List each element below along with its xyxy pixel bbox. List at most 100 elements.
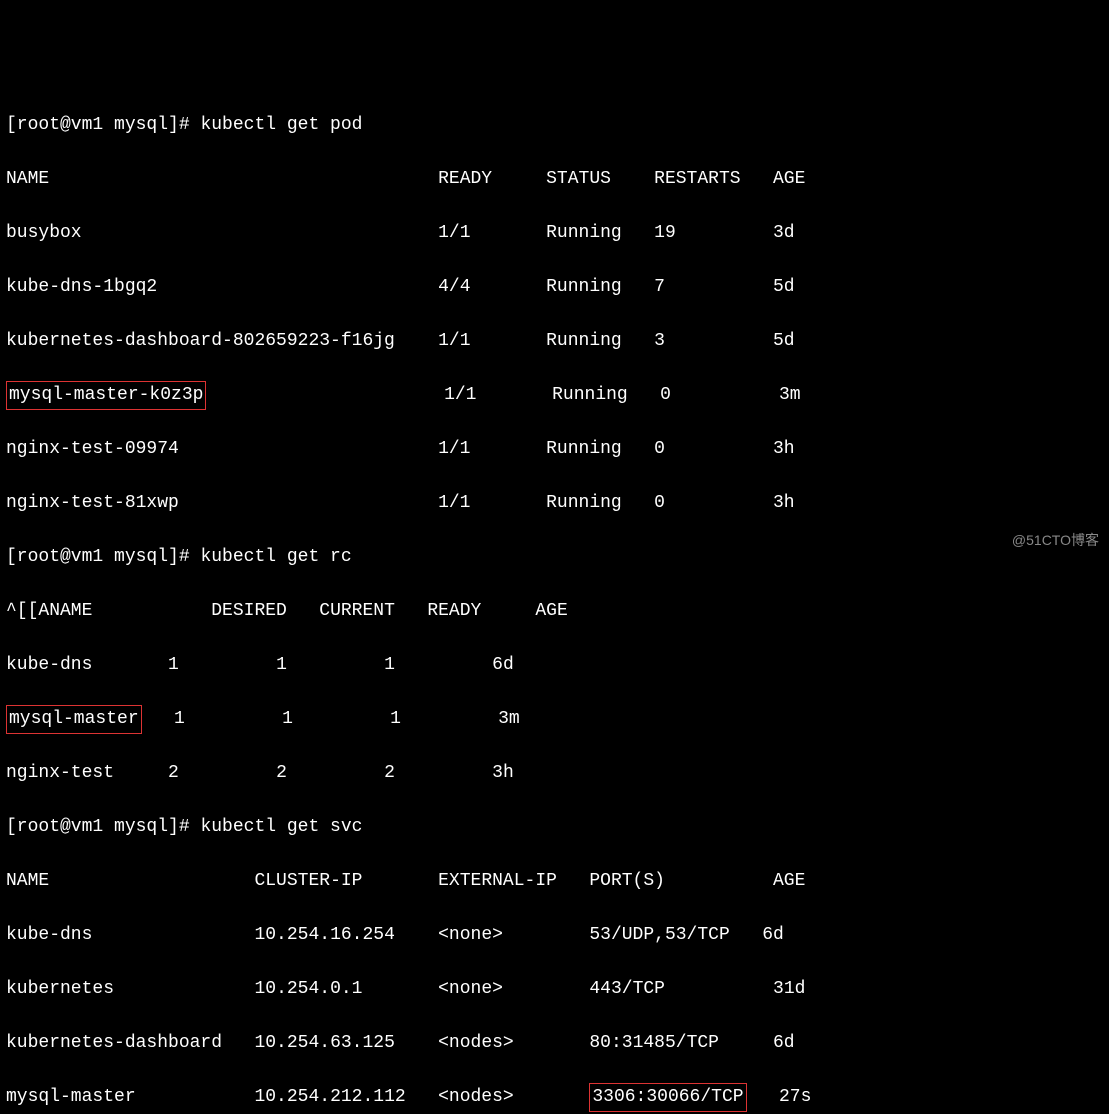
svc-externalip: <nodes> bbox=[438, 1087, 514, 1107]
svc-clusterip: 10.254.63.125 bbox=[254, 1033, 394, 1053]
rc-current: 2 bbox=[276, 763, 287, 783]
svc-ports: 80:31485/TCP bbox=[589, 1033, 719, 1053]
rc-current: 1 bbox=[282, 709, 293, 729]
col-ready: READY bbox=[427, 601, 481, 621]
svc-row: kubernetes 10.254.0.1 <none> 443/TCP 31d bbox=[6, 976, 1103, 1003]
rc-name-highlighted: mysql-master bbox=[6, 705, 142, 734]
pod-ready: 1/1 bbox=[438, 331, 470, 351]
svc-name: kubernetes-dashboard bbox=[6, 1033, 222, 1053]
pod-row: kube-dns-1bgq2 4/4 Running 7 5d bbox=[6, 274, 1103, 301]
pod-row: busybox 1/1 Running 19 3d bbox=[6, 220, 1103, 247]
pod-name: busybox bbox=[6, 223, 82, 243]
pod-age: 3h bbox=[773, 439, 795, 459]
col-externalip: EXTERNAL-IP bbox=[438, 871, 557, 891]
svc-name: mysql-master bbox=[6, 1087, 136, 1107]
pod-status: Running bbox=[546, 439, 622, 459]
rc-name: nginx-test bbox=[6, 763, 114, 783]
svc-name: kubernetes bbox=[6, 979, 114, 999]
rc-age: 3h bbox=[492, 763, 514, 783]
pod-row: nginx-test-09974 1/1 Running 0 3h bbox=[6, 436, 1103, 463]
col-age: AGE bbox=[535, 601, 567, 621]
rc-name: kube-dns bbox=[6, 655, 92, 675]
pod-restarts: 7 bbox=[654, 277, 665, 297]
pod-age: 5d bbox=[773, 331, 795, 351]
pod-ready: 1/1 bbox=[438, 223, 470, 243]
svc-ports: 443/TCP bbox=[589, 979, 665, 999]
prompt-line-2: [root@vm1 mysql]# kubectl get rc bbox=[6, 544, 1103, 571]
command: kubectl get rc bbox=[200, 547, 351, 567]
pod-name: kubernetes-dashboard-802659223-f16jg bbox=[6, 331, 395, 351]
svc-age: 31d bbox=[773, 979, 805, 999]
shell-prompt: [root@vm1 mysql]# bbox=[6, 115, 200, 135]
svc-externalip: <nodes> bbox=[438, 1033, 514, 1053]
pod-restarts: 0 bbox=[660, 385, 671, 405]
col-restarts: RESTARTS bbox=[654, 169, 740, 189]
rc-age: 6d bbox=[492, 655, 514, 675]
pod-restarts: 19 bbox=[654, 223, 676, 243]
pod-age: 5d bbox=[773, 277, 795, 297]
pod-ready: 1/1 bbox=[444, 385, 476, 405]
pod-name: nginx-test-09974 bbox=[6, 439, 179, 459]
rc-header: ^[[ANAME DESIRED CURRENT READY AGE bbox=[6, 598, 1103, 625]
rc-ready: 2 bbox=[384, 763, 395, 783]
rc-desired: 1 bbox=[168, 655, 179, 675]
col-current: CURRENT bbox=[319, 601, 395, 621]
svc-clusterip: 10.254.0.1 bbox=[254, 979, 362, 999]
col-name: NAME bbox=[6, 169, 49, 189]
prompt-line-3: [root@vm1 mysql]# kubectl get svc bbox=[6, 814, 1103, 841]
col-desired: DESIRED bbox=[211, 601, 287, 621]
svc-age: 27s bbox=[779, 1087, 811, 1107]
pod-ready: 4/4 bbox=[438, 277, 470, 297]
rc-desired: 1 bbox=[174, 709, 185, 729]
rc-row: mysql-master 1 1 1 3m bbox=[6, 706, 1103, 733]
pod-status: Running bbox=[546, 223, 622, 243]
watermark: @51CTO博客 bbox=[1012, 530, 1099, 551]
command: kubectl get svc bbox=[200, 817, 362, 837]
rc-ready: 1 bbox=[384, 655, 395, 675]
command: kubectl get pod bbox=[200, 115, 362, 135]
pod-status: Running bbox=[552, 385, 628, 405]
rc-row: kube-dns 1 1 1 6d bbox=[6, 652, 1103, 679]
shell-prompt: [root@vm1 mysql]# bbox=[6, 547, 200, 567]
pod-row: mysql-master-k0z3p 1/1 Running 0 3m bbox=[6, 382, 1103, 409]
pod-header: NAME READY STATUS RESTARTS AGE bbox=[6, 166, 1103, 193]
svc-age: 6d bbox=[773, 1033, 795, 1053]
svc-header: NAME CLUSTER-IP EXTERNAL-IP PORT(S) AGE bbox=[6, 868, 1103, 895]
pod-ready: 1/1 bbox=[438, 439, 470, 459]
rc-ready: 1 bbox=[390, 709, 401, 729]
svc-ports: 53/UDP,53/TCP bbox=[589, 925, 729, 945]
col-name: NAME bbox=[6, 871, 49, 891]
pod-name-highlighted: mysql-master-k0z3p bbox=[6, 381, 206, 410]
rc-current: 1 bbox=[276, 655, 287, 675]
pod-age: 3h bbox=[773, 493, 795, 513]
svc-externalip: <none> bbox=[438, 979, 503, 999]
pod-restarts: 0 bbox=[654, 439, 665, 459]
svc-clusterip: 10.254.212.112 bbox=[254, 1087, 405, 1107]
col-name: ^[[ANAME bbox=[6, 601, 92, 621]
col-ports: PORT(S) bbox=[589, 871, 665, 891]
col-ready: READY bbox=[438, 169, 492, 189]
col-age: AGE bbox=[773, 871, 805, 891]
svc-row: kube-dns 10.254.16.254 <none> 53/UDP,53/… bbox=[6, 922, 1103, 949]
pod-ready: 1/1 bbox=[438, 493, 470, 513]
shell-prompt: [root@vm1 mysql]# bbox=[6, 817, 200, 837]
svc-age: 6d bbox=[762, 925, 784, 945]
pod-status: Running bbox=[546, 493, 622, 513]
col-age: AGE bbox=[773, 169, 805, 189]
svc-clusterip: 10.254.16.254 bbox=[254, 925, 394, 945]
pod-row: nginx-test-81xwp 1/1 Running 0 3h bbox=[6, 490, 1103, 517]
rc-desired: 2 bbox=[168, 763, 179, 783]
svc-row: mysql-master 10.254.212.112 <nodes> 3306… bbox=[6, 1084, 1103, 1111]
prompt-line-1: [root@vm1 mysql]# kubectl get pod bbox=[6, 112, 1103, 139]
col-status: STATUS bbox=[546, 169, 611, 189]
pod-name: nginx-test-81xwp bbox=[6, 493, 179, 513]
pod-age: 3d bbox=[773, 223, 795, 243]
rc-row: nginx-test 2 2 2 3h bbox=[6, 760, 1103, 787]
pod-restarts: 3 bbox=[654, 331, 665, 351]
pod-restarts: 0 bbox=[654, 493, 665, 513]
svc-externalip: <none> bbox=[438, 925, 503, 945]
svc-name: kube-dns bbox=[6, 925, 92, 945]
col-clusterip: CLUSTER-IP bbox=[254, 871, 362, 891]
pod-name: kube-dns-1bgq2 bbox=[6, 277, 157, 297]
svc-ports-highlighted: 3306:30066/TCP bbox=[589, 1083, 746, 1112]
